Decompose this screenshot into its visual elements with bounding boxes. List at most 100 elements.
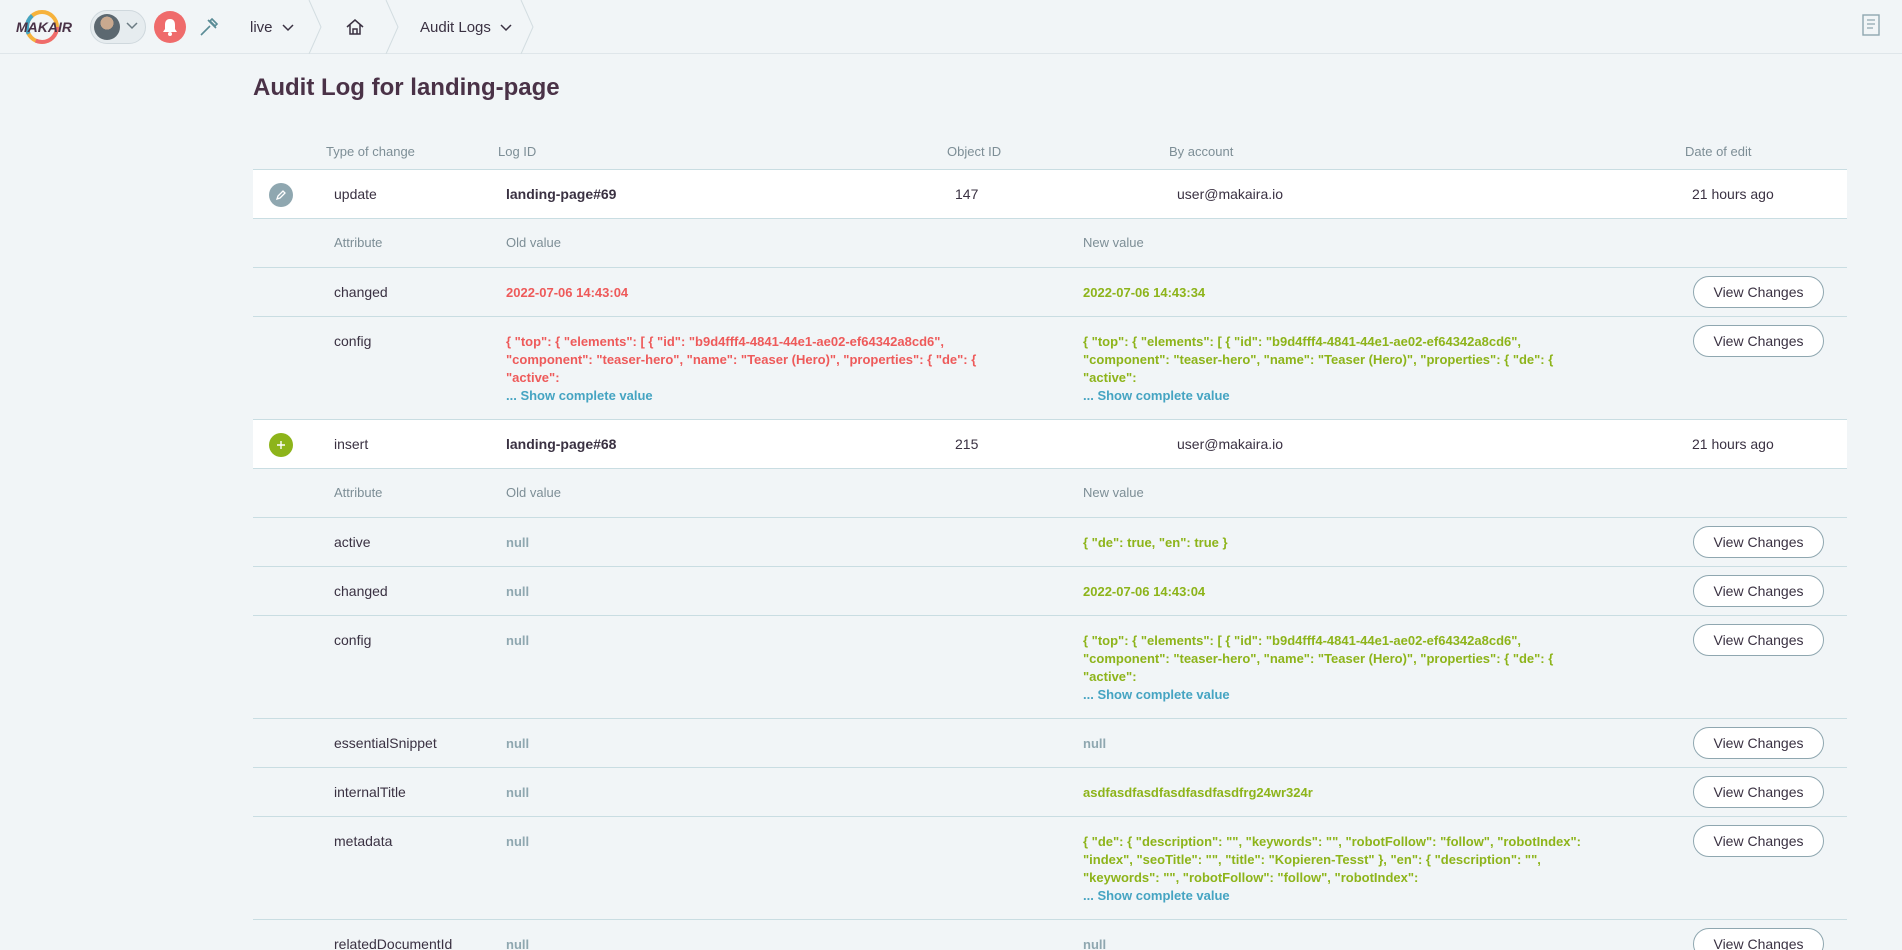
attribute-name: essentialSnippet — [334, 735, 437, 751]
attribute-name: internalTitle — [334, 784, 406, 800]
breadcrumb-audit-logs-label: Audit Logs — [420, 18, 491, 36]
subcolumn-attribute: Attribute — [334, 235, 383, 250]
tools-icon[interactable] — [198, 16, 220, 38]
new-value-text: { "de": { "description": "", "keywords":… — [1083, 834, 1582, 885]
log-id: landing-page#68 — [506, 436, 617, 452]
old-value: null — [506, 834, 530, 849]
column-date: Date of edit — [1685, 144, 1752, 159]
account: user@makaira.io — [1177, 186, 1284, 202]
view-changes-button[interactable]: View Changes — [1693, 825, 1824, 857]
documentation-icon[interactable] — [1862, 14, 1880, 36]
top-bar: MAKAIRA live Audit Logs — [0, 0, 1902, 54]
audit-log-table: Type of change Log ID Object ID By accou… — [253, 134, 1847, 950]
new-value-text: { "top": { "elements": [ { "id": "b9d4ff… — [1083, 334, 1554, 385]
attribute-name: config — [334, 333, 372, 349]
home-icon[interactable] — [345, 17, 365, 37]
new-value: 2022-07-06 14:43:34 — [1083, 285, 1206, 300]
page-title: Audit Log for landing-page — [253, 74, 560, 101]
view-changes-button[interactable]: View Changes — [1693, 727, 1824, 759]
attribute-name: metadata — [334, 833, 393, 849]
date-of-edit: 21 hours ago — [1692, 436, 1774, 452]
old-value: { "top": { "elements": [ { "id": "b9d4ff… — [506, 333, 1006, 405]
old-value: null — [506, 785, 530, 800]
svg-text:MAKAIRA: MAKAIRA — [16, 19, 72, 35]
change-row: changed null 2022-07-06 14:43:04 View Ch… — [253, 567, 1847, 616]
new-value: 2022-07-06 14:43:04 — [1083, 584, 1206, 599]
breadcrumb-separator — [385, 0, 399, 54]
subcolumn-old: Old value — [506, 485, 561, 500]
change-row: internalTitle null asdfasdfasdfasdfasdfa… — [253, 768, 1847, 817]
old-value-text: { "top": { "elements": [ { "id": "b9d4ff… — [506, 334, 977, 385]
view-changes-button[interactable]: View Changes — [1693, 325, 1824, 357]
show-complete-value-link[interactable]: ... Show complete value — [1083, 388, 1230, 403]
show-complete-value-link[interactable]: ... Show complete value — [506, 388, 653, 403]
new-value: null — [1083, 736, 1107, 751]
new-value: { "top": { "elements": [ { "id": "b9d4ff… — [1083, 333, 1583, 405]
user-menu-button[interactable] — [90, 10, 146, 44]
view-changes-button[interactable]: View Changes — [1693, 276, 1824, 308]
chevron-down-icon — [125, 18, 139, 35]
subcolumn-new: New value — [1083, 485, 1144, 500]
chevron-down-icon — [281, 24, 294, 32]
new-value: null — [1083, 937, 1107, 950]
change-row: config null { "top": { "elements": [ { "… — [253, 616, 1847, 719]
changes-header: Attribute Old value New value — [253, 219, 1847, 268]
column-type: Type of change — [326, 144, 415, 159]
subcolumn-new: New value — [1083, 235, 1144, 250]
old-value: 2022-07-06 14:43:04 — [506, 285, 629, 300]
change-row: essentialSnippet null null View Changes — [253, 719, 1847, 768]
subcolumn-attribute: Attribute — [334, 485, 383, 500]
log-entry-row[interactable]: update landing-page#69 147 user@makaira.… — [253, 170, 1847, 219]
change-row: active null { "de": true, "en": true } V… — [253, 518, 1847, 567]
change-type: update — [334, 186, 377, 202]
old-value: null — [506, 633, 530, 648]
bell-icon — [163, 19, 177, 36]
column-log-id: Log ID — [498, 144, 537, 159]
plus-icon — [269, 433, 293, 457]
attribute-name: changed — [334, 284, 388, 300]
makaira-logo[interactable]: MAKAIRA — [12, 10, 72, 44]
date-of-edit: 21 hours ago — [1692, 186, 1774, 202]
breadcrumb-environment-label: live — [250, 18, 273, 36]
change-row: relatedDocumentId null null View Changes — [253, 920, 1847, 950]
breadcrumb-environment[interactable]: live — [250, 0, 295, 54]
view-changes-button[interactable]: View Changes — [1693, 526, 1824, 558]
log-id: landing-page#69 — [506, 186, 617, 202]
breadcrumb-audit-logs[interactable]: Audit Logs — [420, 0, 513, 54]
new-value: asdfasdfasdfasdfasdfasdfrg24wr324r — [1083, 785, 1313, 800]
view-changes-button[interactable]: View Changes — [1693, 624, 1824, 656]
object-id: 215 — [955, 436, 979, 452]
view-changes-button[interactable]: View Changes — [1693, 928, 1824, 950]
subcolumn-old: Old value — [506, 235, 561, 250]
column-object-id: Object ID — [947, 144, 1002, 159]
column-account: By account — [1169, 144, 1234, 159]
object-id: 147 — [955, 186, 979, 202]
show-complete-value-link[interactable]: ... Show complete value — [1083, 888, 1230, 903]
breadcrumb-separator — [308, 0, 322, 54]
old-value: null — [506, 535, 530, 550]
change-row: config { "top": { "elements": [ { "id": … — [253, 317, 1847, 420]
old-value: null — [506, 937, 530, 950]
table-header: Type of change Log ID Object ID By accou… — [253, 134, 1847, 170]
chevron-down-icon — [500, 24, 512, 32]
change-row: changed 2022-07-06 14:43:04 2022-07-06 1… — [253, 268, 1847, 317]
view-changes-button[interactable]: View Changes — [1693, 575, 1824, 607]
account: user@makaira.io — [1177, 436, 1284, 452]
change-type: insert — [334, 436, 369, 452]
attribute-name: active — [334, 534, 371, 550]
view-changes-button[interactable]: View Changes — [1693, 776, 1824, 808]
old-value: null — [506, 736, 530, 751]
breadcrumb-separator — [520, 0, 534, 54]
log-entry-row[interactable]: insert landing-page#68 215 user@makaira.… — [253, 420, 1847, 469]
changes-header: Attribute Old value New value — [253, 469, 1847, 518]
attribute-name: relatedDocumentId — [334, 936, 453, 950]
attribute-name: changed — [334, 583, 388, 599]
avatar — [94, 14, 120, 40]
attribute-name: config — [334, 632, 372, 648]
show-complete-value-link[interactable]: ... Show complete value — [1083, 687, 1230, 702]
new-value: { "top": { "elements": [ { "id": "b9d4ff… — [1083, 632, 1583, 704]
change-row: metadata null { "de": { "description": "… — [253, 817, 1847, 920]
new-value: { "de": { "description": "", "keywords":… — [1083, 833, 1583, 905]
pencil-icon — [269, 183, 293, 207]
notifications-button[interactable] — [154, 11, 186, 43]
